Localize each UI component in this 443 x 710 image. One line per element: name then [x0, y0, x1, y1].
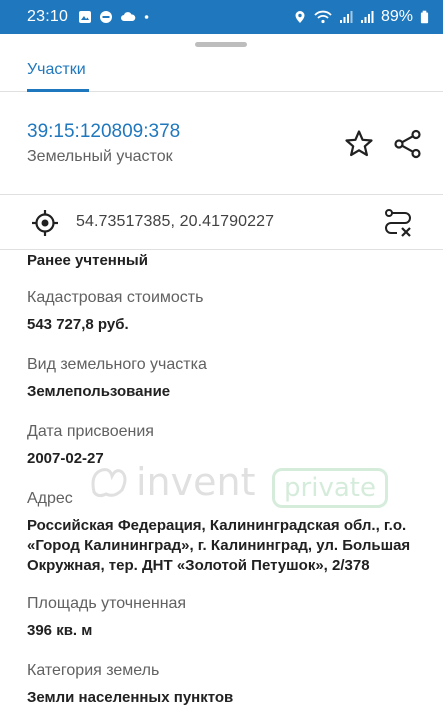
tab-parcels[interactable]: Участки: [27, 48, 86, 92]
detail-land-category: Категория земель Земли населенных пункто…: [27, 661, 422, 708]
detail-address: Адрес Российская Федерация, Калининградс…: [27, 489, 422, 576]
detail-cadastral-value: Кадастровая стоимость 543 727,8 руб.: [27, 288, 422, 335]
sheet-drag-handle[interactable]: [195, 42, 247, 47]
dot-icon: [144, 15, 149, 19]
detail-value: Землепользование: [27, 383, 171, 400]
object-type: Земельный участок: [27, 148, 173, 165]
route-cancel-icon[interactable]: [383, 208, 413, 238]
detail-value: 396 кв. м: [27, 622, 93, 639]
status-right-icons: 89%: [293, 8, 429, 26]
detail-assignment-date: Дата присвоения 2007-02-27: [27, 422, 422, 469]
cloud-icon: [121, 12, 136, 21]
coordinates-bar: 54.73517385, 20.41790227: [0, 196, 443, 250]
coordinates-text[interactable]: 54.73517385, 20.41790227: [76, 213, 274, 231]
share-icon[interactable]: [392, 128, 424, 160]
favorite-star-icon[interactable]: [343, 128, 375, 160]
detail-area: Площадь уточненная 396 кв. м: [27, 594, 422, 641]
location-target-icon[interactable]: [30, 208, 60, 238]
details-list[interactable]: Ранее учтенный Кадастровая стоимость 543…: [0, 251, 443, 710]
detail-value: 2007-02-27: [27, 450, 104, 467]
detail-label: Площадь уточненная: [27, 595, 187, 612]
detail-label: Дата присвоения: [27, 423, 154, 440]
wifi-icon: [314, 10, 332, 24]
detail-label: Вид земельного участка: [27, 356, 207, 373]
status-time: 23:10: [27, 8, 69, 25]
location-icon: [295, 11, 305, 23]
tab-bar: Участки: [0, 48, 443, 92]
detail-parcel-kind: Вид земельного участка Землепользование: [27, 355, 422, 402]
detail-value: 543 727,8 руб.: [27, 316, 129, 333]
status-left-icons: [78, 10, 153, 24]
status-bar: 23:10 89%: [0, 0, 443, 34]
battery-icon: [420, 10, 429, 24]
detail-status: Ранее учтенный: [27, 251, 422, 271]
battery-percent: 89%: [380, 8, 413, 25]
image-icon: [79, 11, 92, 23]
signal-icon: [339, 11, 353, 23]
minus-circle-icon: [100, 11, 113, 23]
address-line: Российская Федерация, Калининградская об…: [27, 517, 407, 534]
detail-label: Кадастровая стоимость: [27, 289, 204, 306]
signal-icon: [360, 11, 374, 23]
detail-label: Адрес: [27, 490, 73, 507]
object-header: 39:15:120809:378 Земельный участок: [0, 92, 443, 195]
cadastral-number[interactable]: 39:15:120809:378: [27, 121, 180, 143]
address-line: Окружная, тер. ДНТ «Золотой Петушок», 2/…: [27, 557, 370, 574]
detail-value: Ранее учтенный: [27, 252, 148, 269]
address-line: «Город Калининград», г. Калининград, ул.…: [27, 537, 411, 554]
detail-value: Земли населенных пунктов: [27, 689, 234, 706]
detail-label: Категория земель: [27, 662, 160, 679]
